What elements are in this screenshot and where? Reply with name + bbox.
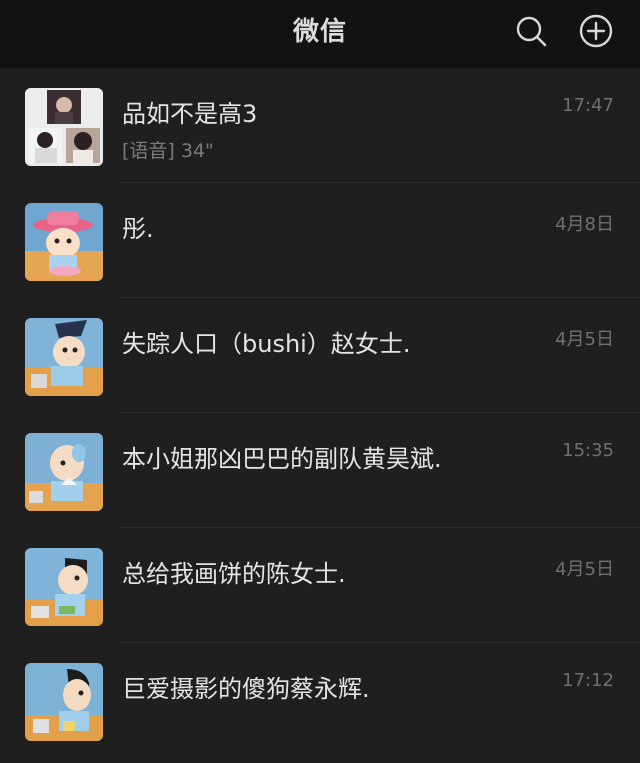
- add-button[interactable]: [579, 14, 613, 48]
- cartoon-avatar: [25, 663, 103, 741]
- search-button[interactable]: [514, 14, 548, 48]
- cartoon-avatar: [25, 433, 103, 511]
- chat-name: 失踪人口（bushi）赵女士.: [122, 330, 411, 358]
- chat-time: 4月8日: [555, 214, 614, 235]
- chat-item[interactable]: 彤. 4月8日: [0, 183, 640, 298]
- chat-name: 彤.: [122, 215, 154, 243]
- search-icon: [516, 16, 547, 47]
- chat-name: 本小姐那凶巴巴的副队黄昊斌.: [122, 445, 442, 473]
- chat-time: 4月5日: [555, 559, 614, 580]
- chat-time: 15:35: [562, 440, 614, 461]
- chat-item[interactable]: 总给我画饼的陈女士. 4月5日: [0, 528, 640, 643]
- group-avatar: [25, 88, 103, 166]
- chat-name: 巨爱摄影的傻狗蔡永辉.: [122, 675, 370, 703]
- cartoon-avatar: [25, 318, 103, 396]
- cartoon-avatar: [25, 203, 103, 281]
- chat-list: 品如不是高3 [语音] 34" 17:47 彤. 4月8日 失踪人口（bushi…: [0, 68, 640, 763]
- chat-time: 17:47: [562, 95, 614, 116]
- chat-name: 品如不是高3: [122, 100, 258, 128]
- chat-time: 17:12: [562, 670, 614, 691]
- chat-item[interactable]: 品如不是高3 [语音] 34" 17:47: [0, 68, 640, 183]
- chat-time: 4月5日: [555, 329, 614, 350]
- plus-circle-icon: [579, 14, 613, 48]
- chat-name: 总给我画饼的陈女士.: [122, 560, 346, 588]
- chat-preview: [语音] 34": [122, 140, 214, 162]
- chat-item[interactable]: 失踪人口（bushi）赵女士. 4月5日: [0, 298, 640, 413]
- cartoon-avatar: [25, 548, 103, 626]
- chat-item[interactable]: 巨爱摄影的傻狗蔡永辉. 17:12: [0, 643, 640, 758]
- chat-item[interactable]: 本小姐那凶巴巴的副队黄昊斌. 15:35: [0, 413, 640, 528]
- top-nav-bar: 微信: [0, 0, 640, 68]
